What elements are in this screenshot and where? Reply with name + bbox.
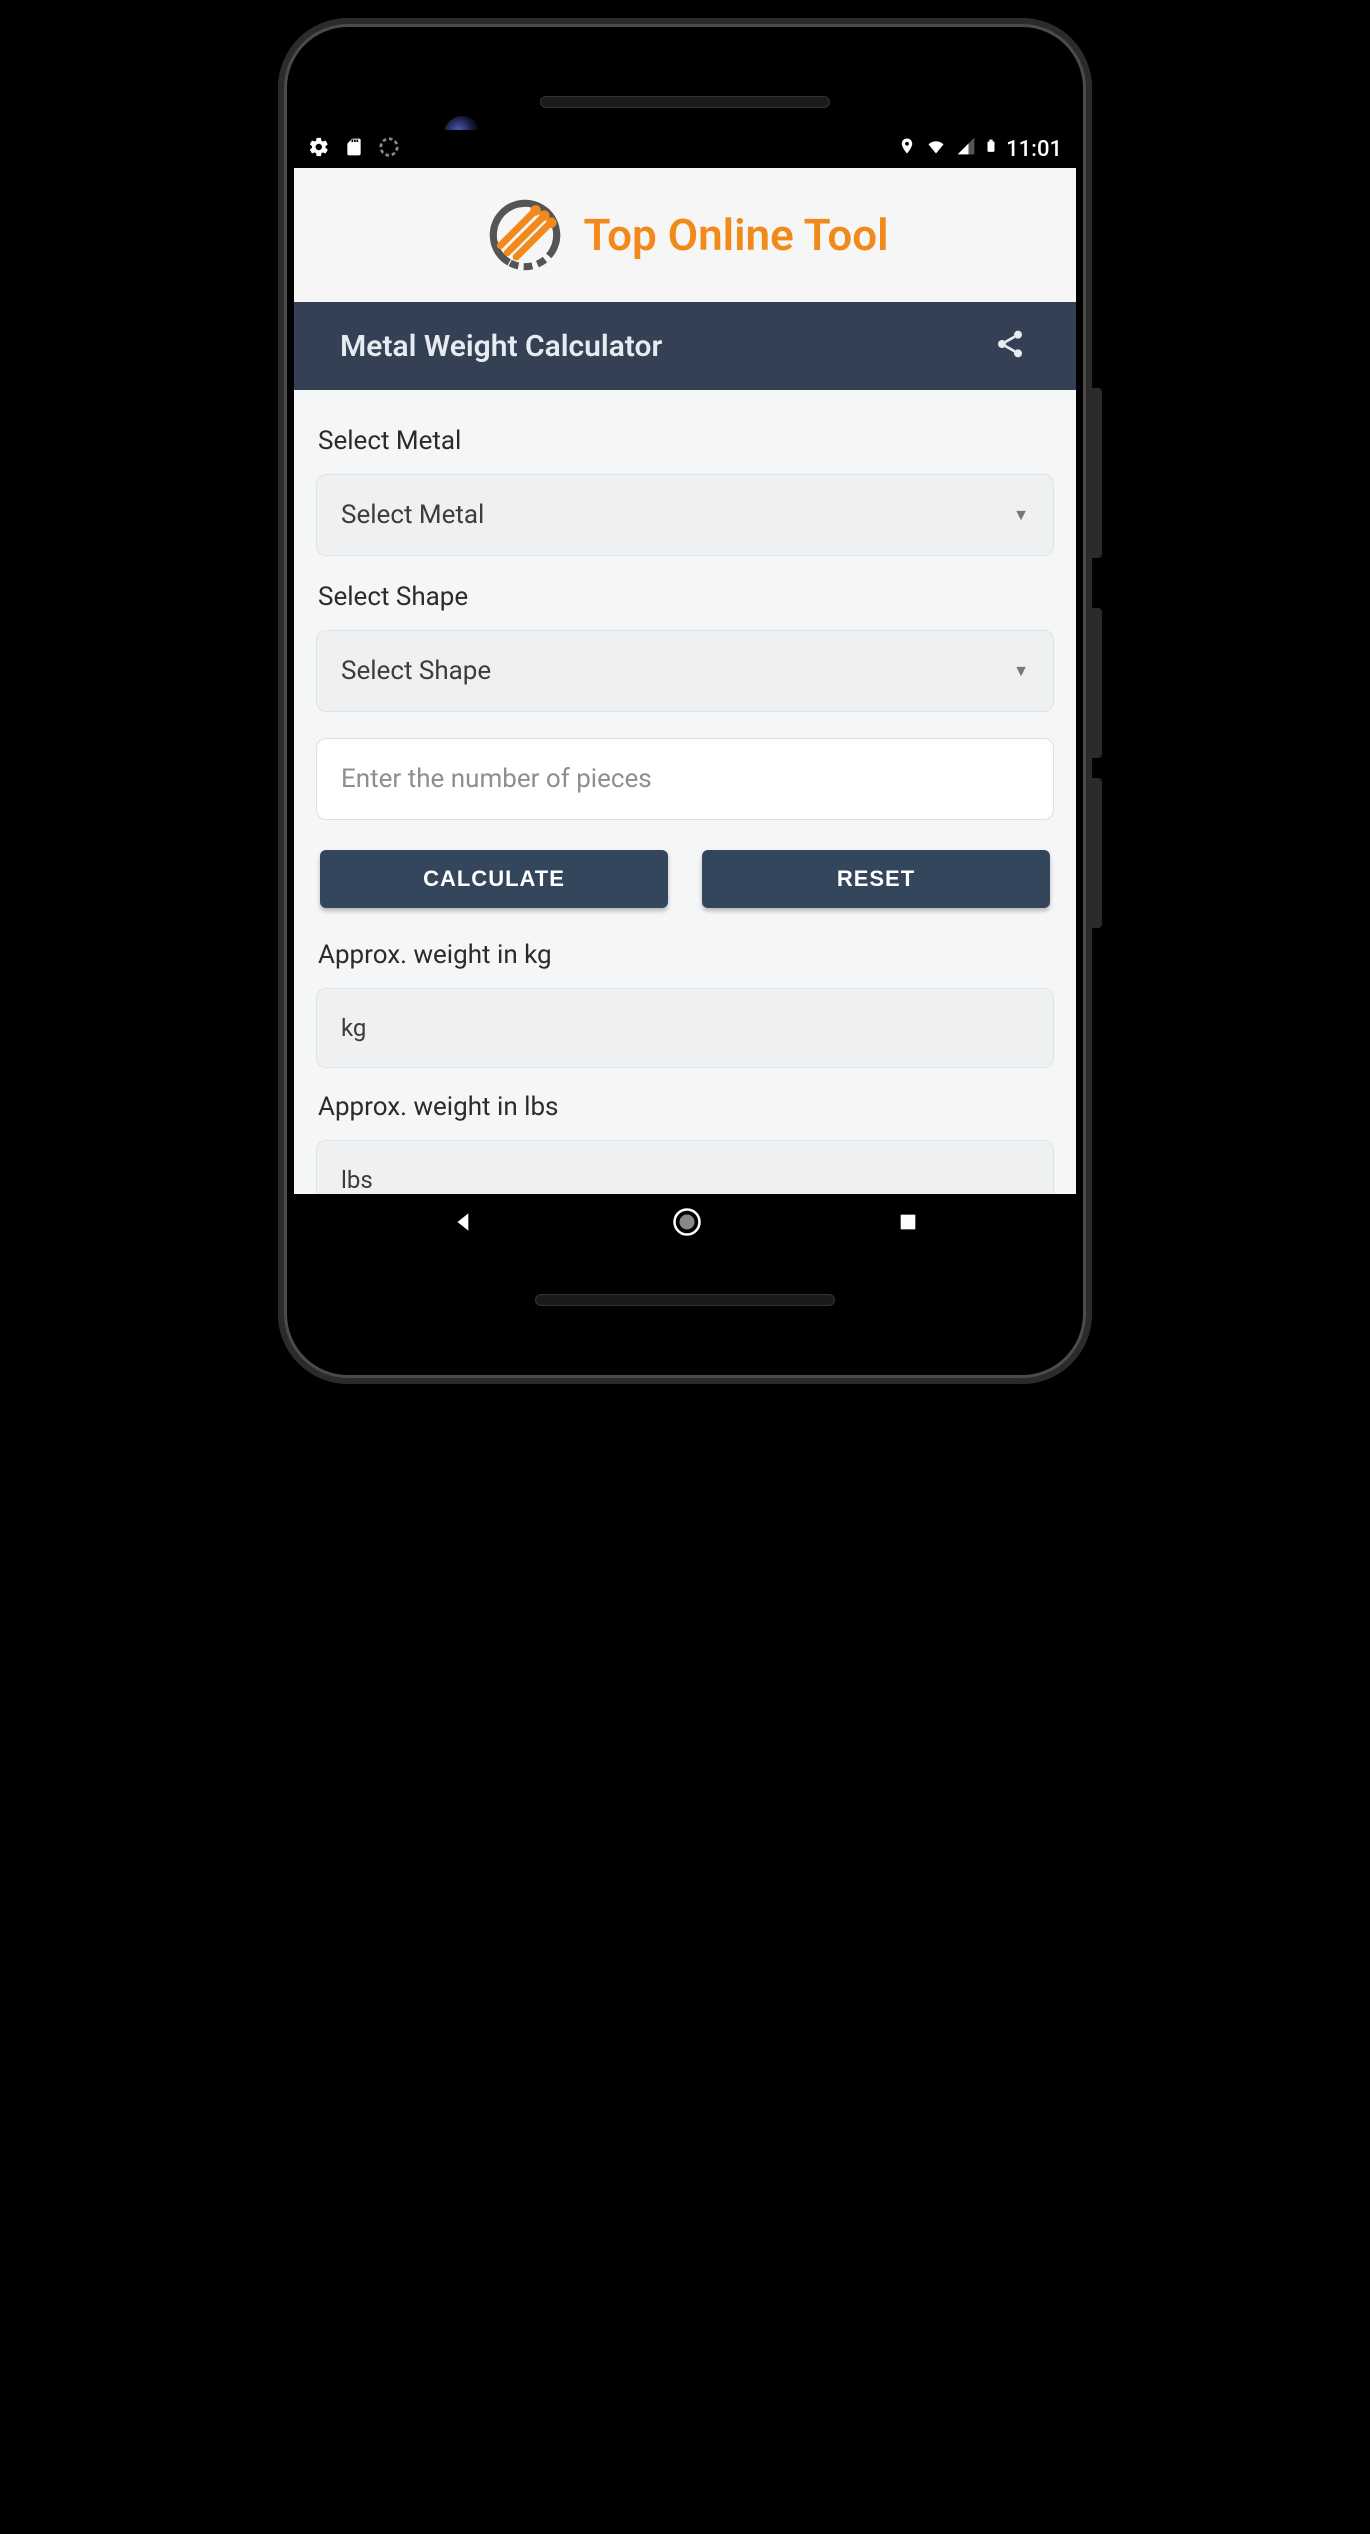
- status-time: 11:01: [1006, 137, 1062, 162]
- cellular-icon: [956, 136, 976, 162]
- page-title: Metal Weight Calculator: [340, 329, 662, 364]
- home-button[interactable]: [672, 1207, 702, 1241]
- shape-label: Select Shape: [318, 582, 1054, 612]
- button-row: CALCULATE RESET: [316, 850, 1054, 908]
- lbs-label: Approx. weight in lbs: [318, 1092, 1054, 1122]
- chevron-down-icon: ▼: [1013, 661, 1029, 681]
- phone-inner: 11:01 Top Online: [294, 46, 1076, 1356]
- kg-label: Approx. weight in kg: [318, 940, 1054, 970]
- share-icon[interactable]: [994, 328, 1026, 364]
- sd-card-icon: [344, 136, 364, 162]
- chevron-down-icon: ▼: [1013, 505, 1029, 525]
- metal-select[interactable]: Select Metal ▼: [316, 474, 1054, 556]
- kg-result: kg: [316, 988, 1054, 1068]
- status-left: [308, 136, 400, 162]
- status-bar: 11:01: [294, 130, 1076, 168]
- phone-frame: 11:01 Top Online: [278, 18, 1092, 1384]
- location-icon: [898, 135, 916, 163]
- app-name: Top Online Tool: [583, 209, 888, 261]
- back-button[interactable]: [451, 1209, 477, 1239]
- battery-icon: [984, 135, 998, 163]
- spinner-icon: [378, 136, 400, 162]
- speaker-top: [540, 96, 830, 108]
- phone-side-button: [1092, 778, 1102, 928]
- pieces-input[interactable]: Enter the number of pieces: [316, 738, 1054, 820]
- form-content: Select Metal Select Metal ▼ Select Shape…: [294, 390, 1076, 1194]
- phone-side-button: [1092, 388, 1102, 558]
- nav-bar: [294, 1194, 1076, 1254]
- gear-icon: [308, 136, 330, 162]
- metal-select-value: Select Metal: [341, 500, 484, 530]
- wifi-icon: [924, 136, 948, 162]
- app-header: Top Online Tool: [294, 168, 1076, 302]
- recent-button[interactable]: [897, 1211, 919, 1237]
- pieces-placeholder: Enter the number of pieces: [341, 764, 652, 794]
- reset-button[interactable]: RESET: [702, 850, 1050, 908]
- screen: 11:01 Top Online: [294, 130, 1076, 1194]
- gear-logo-icon: [481, 191, 569, 279]
- phone-side-button: [1092, 608, 1102, 758]
- kg-value: kg: [341, 1014, 366, 1042]
- speaker-bottom: [535, 1294, 835, 1306]
- title-bar: Metal Weight Calculator: [294, 302, 1076, 390]
- status-right: 11:01: [898, 135, 1062, 163]
- calculate-button[interactable]: CALCULATE: [320, 850, 668, 908]
- metal-label: Select Metal: [318, 426, 1054, 456]
- lbs-result: lbs: [316, 1140, 1054, 1194]
- shape-select[interactable]: Select Shape ▼: [316, 630, 1054, 712]
- lbs-value: lbs: [341, 1166, 373, 1194]
- shape-select-value: Select Shape: [341, 656, 491, 686]
